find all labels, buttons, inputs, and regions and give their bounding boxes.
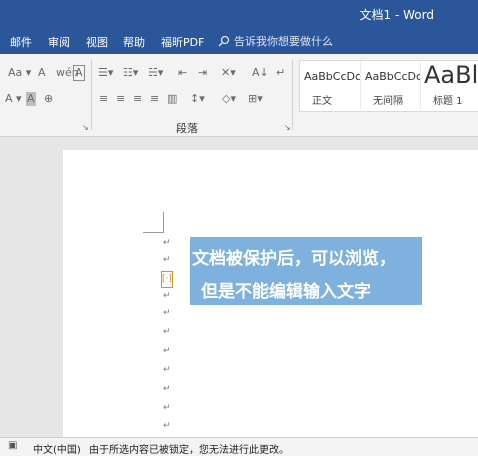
paragraph-mark: ↵: [163, 403, 171, 413]
multilevel-list-icon[interactable]: ☵▾: [148, 66, 163, 80]
window-title: 文档1 - Word: [359, 8, 434, 22]
text-direction-icon[interactable]: ✕▾: [221, 66, 236, 80]
align-center-icon[interactable]: ≡: [116, 92, 125, 106]
status-message: 由于所选内容已被锁定，您无法进行此更改。: [89, 445, 289, 456]
styles-gallery: AaBbCcDc 正文 AaBbCcDc 无间隔 AaBl 标题 1: [299, 60, 478, 112]
style-name: 无间隔: [373, 96, 403, 107]
paragraph-mark: ↵: [163, 365, 171, 375]
align-right-icon[interactable]: ≡: [133, 92, 142, 106]
decrease-indent-icon[interactable]: ⇤: [178, 66, 187, 80]
paragraph-group-label: 段落: [176, 122, 198, 135]
title-bar: 文档1 - Word: [0, 0, 478, 28]
document-page[interactable]: ↵ ↵ [·] ↵ ↵ ↵ ↵ ↵ ↵ ↵ ↵ 文档被保护后，可以浏览， 但是不…: [63, 150, 478, 437]
style-no-spacing[interactable]: AaBbCcDc 无间隔: [360, 61, 421, 109]
line-spacing-icon[interactable]: ↕▾: [190, 92, 205, 106]
group-divider: [91, 60, 92, 130]
search-icon: [218, 35, 230, 47]
enclose-char-icon[interactable]: ⊕: [44, 92, 53, 106]
menu-bar: 邮件 审阅 视图 帮助 福昕PDF 告诉我你想要做什么: [0, 28, 478, 54]
style-heading-1[interactable]: AaBl 标题 1: [420, 61, 478, 109]
paragraph-mark: ↵: [163, 421, 171, 431]
justify-icon[interactable]: ≡: [150, 92, 159, 106]
paragraph-mark: ↵: [163, 346, 171, 356]
style-sample: AaBbCcDc: [365, 70, 421, 83]
locked-content-bracket: [·]: [161, 271, 173, 288]
tell-me-placeholder: 告诉我你想要做什么: [234, 35, 333, 48]
font-color-icon[interactable]: A ▾: [5, 92, 22, 106]
tab-help[interactable]: 帮助: [123, 34, 145, 50]
tab-foxit-pdf[interactable]: 福昕PDF: [161, 34, 204, 50]
language-indicator[interactable]: 中文(中国): [33, 441, 81, 456]
font-size-icon[interactable]: Aa ▾: [8, 66, 31, 80]
shading-icon[interactable]: ◇▾: [222, 92, 236, 106]
bullets-icon[interactable]: ☰▾: [98, 66, 113, 80]
style-name: 正文: [312, 96, 332, 107]
ribbon: Aa ▾ A wén A A ▾ A ⊕ ☰▾ ☷▾ ☵▾ ⇤ ⇥ ✕▾ A↓ …: [0, 54, 478, 137]
document-area: ↵ ↵ [·] ↵ ↵ ↵ ↵ ↵ ↵ ↵ ↵ 文档被保护后，可以浏览， 但是不…: [0, 137, 478, 437]
paragraph-dialog-launcher-icon[interactable]: ↘: [284, 121, 291, 135]
numbering-icon[interactable]: ☷▾: [123, 66, 138, 80]
borders-icon[interactable]: ⊞▾: [248, 92, 263, 106]
overlay-text-line1: 文档被保护后，可以浏览，: [192, 249, 396, 269]
style-sample: AaBbCcDc: [304, 70, 360, 83]
distributed-icon[interactable]: ▥: [167, 92, 177, 106]
char-border-icon[interactable]: A: [73, 65, 85, 81]
paragraph-mark: ↵: [163, 384, 171, 394]
style-normal[interactable]: AaBbCcDc 正文: [300, 61, 360, 109]
show-marks-icon[interactable]: ↵: [276, 66, 285, 80]
sort-icon[interactable]: A↓: [252, 66, 269, 80]
paragraph-mark: ↵: [163, 255, 171, 265]
style-name: 标题 1: [433, 96, 463, 107]
annotation-overlay: 文档被保护后，可以浏览， 但是不能编辑输入文字: [190, 237, 422, 305]
char-shading-icon[interactable]: A: [26, 92, 36, 106]
increase-indent-icon[interactable]: ⇥: [198, 66, 207, 80]
paragraph-mark: ↵: [163, 308, 171, 318]
align-left-icon[interactable]: ≡: [99, 92, 108, 106]
status-bar: ▣ 中文(中国) 由于所选内容已被锁定，您无法进行此更改。: [0, 437, 478, 456]
tell-me-box[interactable]: 告诉我你想要做什么: [218, 33, 333, 49]
margin-corner-mark: [143, 212, 164, 233]
font-dialog-launcher-icon[interactable]: ↘: [82, 121, 89, 135]
paragraph-mark: ↵: [163, 238, 171, 248]
overlay-text-line2: 但是不能编辑输入文字: [201, 282, 371, 302]
tab-review[interactable]: 审阅: [48, 34, 70, 50]
paragraph-mark: ↵: [163, 291, 171, 301]
tab-mailings[interactable]: 邮件: [10, 34, 32, 50]
edit-status-icon[interactable]: ▣: [8, 440, 17, 451]
tab-view[interactable]: 视图: [86, 34, 108, 50]
clear-format-icon[interactable]: A: [38, 66, 46, 80]
paragraph-mark: ↵: [163, 327, 171, 337]
group-divider: [292, 60, 293, 130]
style-sample: AaBl: [424, 61, 478, 89]
